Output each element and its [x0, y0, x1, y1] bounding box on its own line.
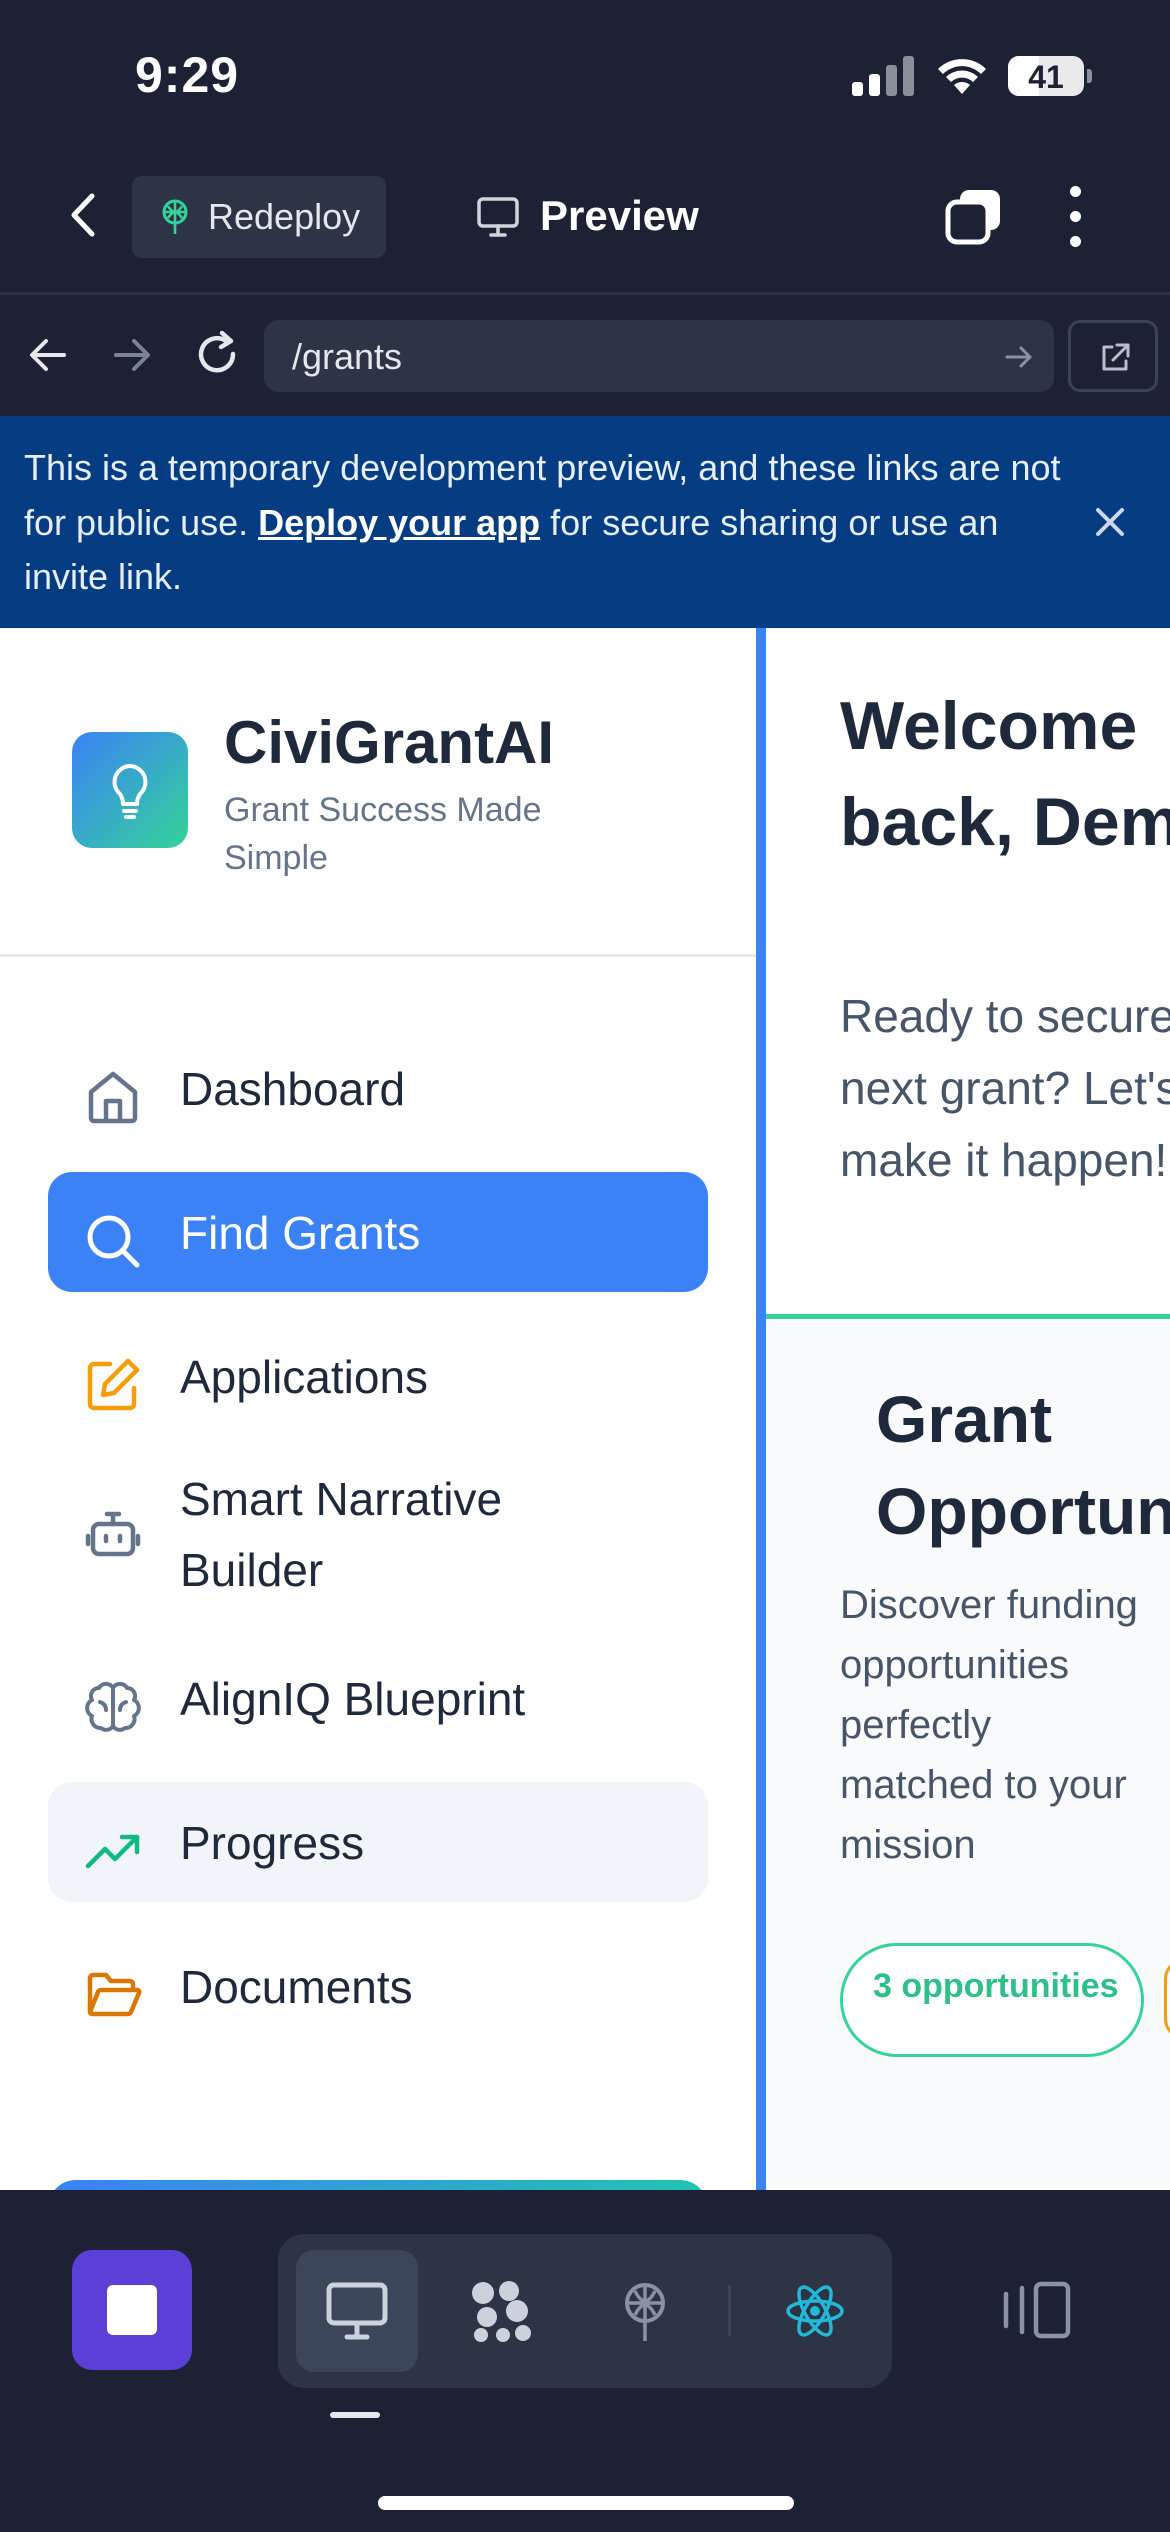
- trending-up-icon: [85, 1834, 140, 1869]
- sidebar-item-smart-narrative-builder[interactable]: Smart Narrative Builder: [48, 1450, 708, 1596]
- app-toolbar: Redeploy Preview: [0, 150, 1170, 295]
- stop-icon: [107, 2285, 157, 2335]
- search-icon: [87, 1215, 140, 1268]
- battery-level: 41: [1028, 59, 1064, 95]
- url-input[interactable]: /grants: [264, 320, 1054, 392]
- sidebar-item-progress[interactable]: Progress: [48, 1782, 708, 1902]
- external-link-icon: [1102, 343, 1130, 371]
- grant-opportunities-card: Grant Opportunities Discover funding opp…: [766, 1319, 1170, 2190]
- sidebar-item-label: Applications: [180, 1351, 429, 1403]
- redeploy-label: Redeploy: [208, 196, 361, 237]
- brand-logo: [72, 732, 188, 848]
- page-subtitle: Ready to secure your next grant? Let's m…: [840, 990, 1170, 1186]
- sidebar-cta-button[interactable]: [48, 2180, 708, 2190]
- apps-grid-icon: [472, 2281, 531, 2342]
- sidebar-item-label: Dashboard: [180, 1063, 406, 1115]
- brand-name: CiviGrantAI: [224, 709, 555, 776]
- page-title: Welcome back, Demo!: [840, 688, 1170, 860]
- sidebar-item-applications[interactable]: Applications: [48, 1316, 708, 1436]
- status-bar: 9:29 41: [0, 0, 1170, 150]
- deploy-view-button[interactable]: [584, 2250, 706, 2372]
- battery-nub: [1087, 69, 1092, 83]
- monitor-icon: [326, 2282, 388, 2340]
- web-viewport: CiviGrantAI Grant Success Made Simple Da…: [0, 628, 1170, 2190]
- monitor-icon: [477, 197, 519, 237]
- cellular-signal-icon: [852, 56, 914, 96]
- badge-label: 3 opportunities: [873, 1967, 1119, 2005]
- preview-view-button[interactable]: [296, 2250, 418, 2372]
- main-content: Welcome back, Demo! Ready to secure your…: [766, 628, 1170, 2190]
- workspace-view-button[interactable]: [440, 2250, 562, 2372]
- battery-icon: 41: [1008, 56, 1084, 96]
- deploy-icon: [162, 199, 188, 234]
- sidebar: CiviGrantAI Grant Success Made Simple Da…: [0, 628, 756, 2190]
- sidebar-item-label: Find Grants: [180, 1207, 421, 1259]
- deploy-icon: [625, 2283, 665, 2341]
- arrow-left-icon[interactable]: [26, 333, 70, 377]
- status-time: 9:29: [135, 47, 240, 103]
- edit-icon: [87, 1358, 140, 1411]
- view-switcher: [278, 2234, 892, 2388]
- bot-icon: [85, 1511, 141, 1557]
- react-icon: [786, 2285, 844, 2337]
- sidebar-item-aligniq-blueprint[interactable]: AlignIQ Blueprint: [48, 1638, 708, 1758]
- url-bar: /grants: [0, 298, 1170, 416]
- url-path: /grants: [292, 336, 403, 377]
- back-chevron-icon[interactable]: [60, 190, 110, 240]
- deploy-app-link[interactable]: Deploy your app: [258, 502, 540, 543]
- secondary-badge: [1164, 1959, 1170, 2039]
- home-indicator: [378, 2496, 794, 2510]
- lightbulb-icon: [112, 764, 148, 819]
- banner-message: This is a temporary development preview,…: [24, 441, 1064, 605]
- sidebar-item-label: AlignIQ Blueprint: [180, 1673, 526, 1725]
- folder-open-icon: [87, 1972, 142, 2017]
- bottom-dock: [0, 2190, 1170, 2532]
- arrow-right-icon[interactable]: [110, 333, 154, 377]
- home-icon: [88, 1071, 138, 1124]
- react-devtools-button[interactable]: [754, 2250, 876, 2372]
- sidebar-resize-handle[interactable]: [756, 628, 766, 2190]
- brain-icon: [85, 1681, 141, 1732]
- brand-divider: [0, 954, 756, 957]
- redeploy-button[interactable]: Redeploy: [132, 176, 386, 258]
- sidebar-item-label: Smart Narrative Builder: [180, 1473, 503, 1596]
- sidebar-item-label: Documents: [180, 1961, 413, 2013]
- dev-preview-banner: This is a temporary development preview,…: [0, 416, 1170, 628]
- card-description: Discover funding opportunities perfectly…: [840, 1583, 1138, 1867]
- selected-tab-indicator: [330, 2412, 380, 2418]
- card-title: Grant Opportunities: [876, 1382, 1170, 1548]
- go-arrow-icon[interactable]: [1004, 342, 1034, 372]
- reload-icon[interactable]: [192, 329, 242, 379]
- sidebar-item-find-grants[interactable]: Find Grants: [48, 1172, 708, 1292]
- wifi-icon: [938, 59, 986, 94]
- dock-separator: [728, 2286, 731, 2336]
- preview-label[interactable]: Preview: [540, 192, 699, 240]
- opportunities-count-badge: 3 opportunities: [840, 1943, 1144, 2057]
- more-vertical-icon[interactable]: [1068, 186, 1082, 248]
- sidebar-item-label: Progress: [180, 1817, 365, 1869]
- sidebar-item-dashboard[interactable]: Dashboard: [48, 1028, 708, 1148]
- panel-toggle-icon[interactable]: [1000, 2280, 1072, 2340]
- sidebar-item-documents[interactable]: Documents: [48, 1926, 708, 2046]
- brand-tagline: Grant Success Made Simple: [224, 791, 542, 877]
- open-external-button[interactable]: [1068, 320, 1158, 392]
- stop-button[interactable]: [72, 2250, 192, 2370]
- close-icon[interactable]: [1090, 502, 1130, 542]
- tabs-icon[interactable]: [942, 186, 1004, 248]
